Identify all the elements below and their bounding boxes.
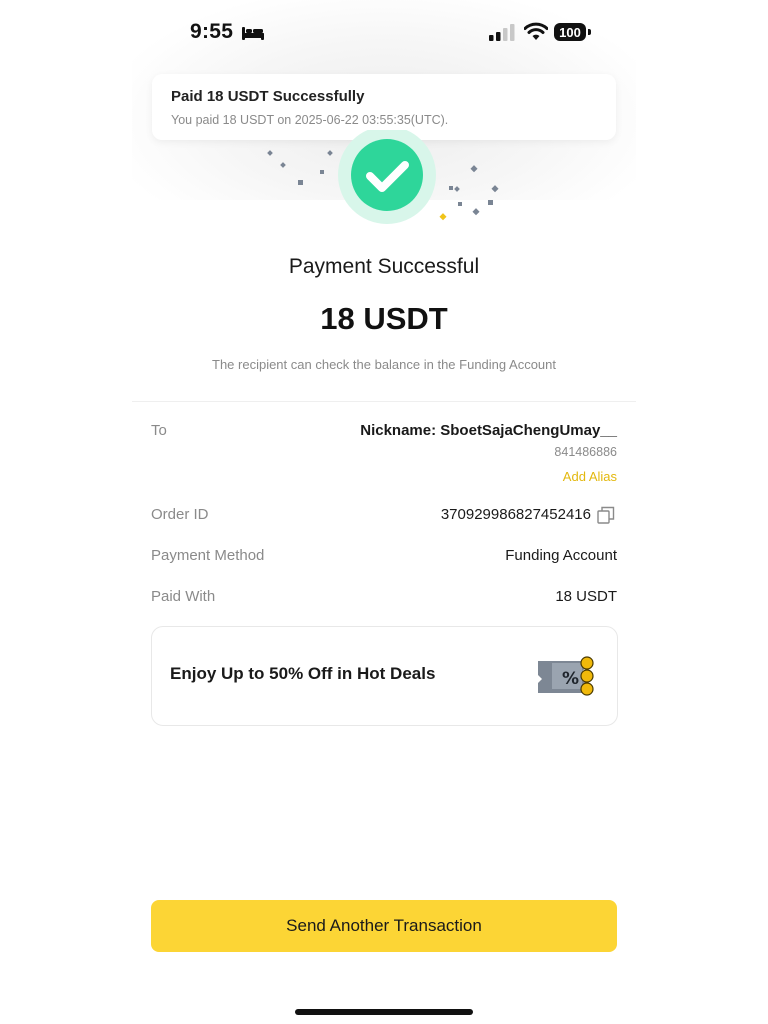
home-indicator[interactable] — [295, 1009, 473, 1015]
divider — [132, 401, 636, 402]
payment-amount: 18 USDT — [320, 301, 448, 336]
order-id-value: 370929986827452416 — [440, 506, 591, 523]
status-bar: 9:55 100 — [0, 0, 768, 64]
svg-text:%: % — [562, 669, 579, 689]
coupon-icon: % — [538, 656, 594, 696]
bed-icon — [242, 27, 264, 40]
toast-message: You paid 18 USDT on 2025-06-22 03:55:35(… — [171, 113, 449, 127]
toast-title: Paid 18 USDT Successfully — [171, 88, 365, 105]
paid-with-label: Paid With — [151, 588, 216, 605]
battery-icon: 100 — [554, 23, 586, 41]
status-time: 9:55 — [190, 20, 234, 43]
recipient-nickname: Nickname: SboetSajaChengUmay__ — [360, 422, 617, 439]
recipient-id: 841486886 — [554, 445, 617, 459]
add-alias-link[interactable]: Add Alias — [563, 469, 617, 484]
battery-tip — [588, 29, 591, 35]
payment-method-label: Payment Method — [151, 547, 265, 564]
hot-deals-banner[interactable]: Enjoy Up to 50% Off in Hot Deals % — [151, 626, 618, 726]
wifi-icon — [524, 22, 548, 40]
battery-level: 100 — [559, 24, 581, 40]
send-another-transaction-button[interactable]: Send Another Transaction — [151, 900, 617, 952]
paid-with-value: 18 USDT — [555, 588, 617, 605]
payment-method-value: Funding Account — [505, 547, 617, 564]
check-circle-icon — [267, 130, 499, 224]
copy-icon[interactable] — [597, 506, 615, 524]
payment-status-title: Payment Successful — [288, 255, 480, 278]
order-id-label: Order ID — [151, 506, 209, 523]
signal-icon — [489, 24, 515, 41]
promo-text: Enjoy Up to 50% Off in Hot Deals — [170, 664, 436, 683]
payment-note: The recipient can check the balance in t… — [212, 357, 556, 372]
to-label: To — [151, 422, 167, 439]
